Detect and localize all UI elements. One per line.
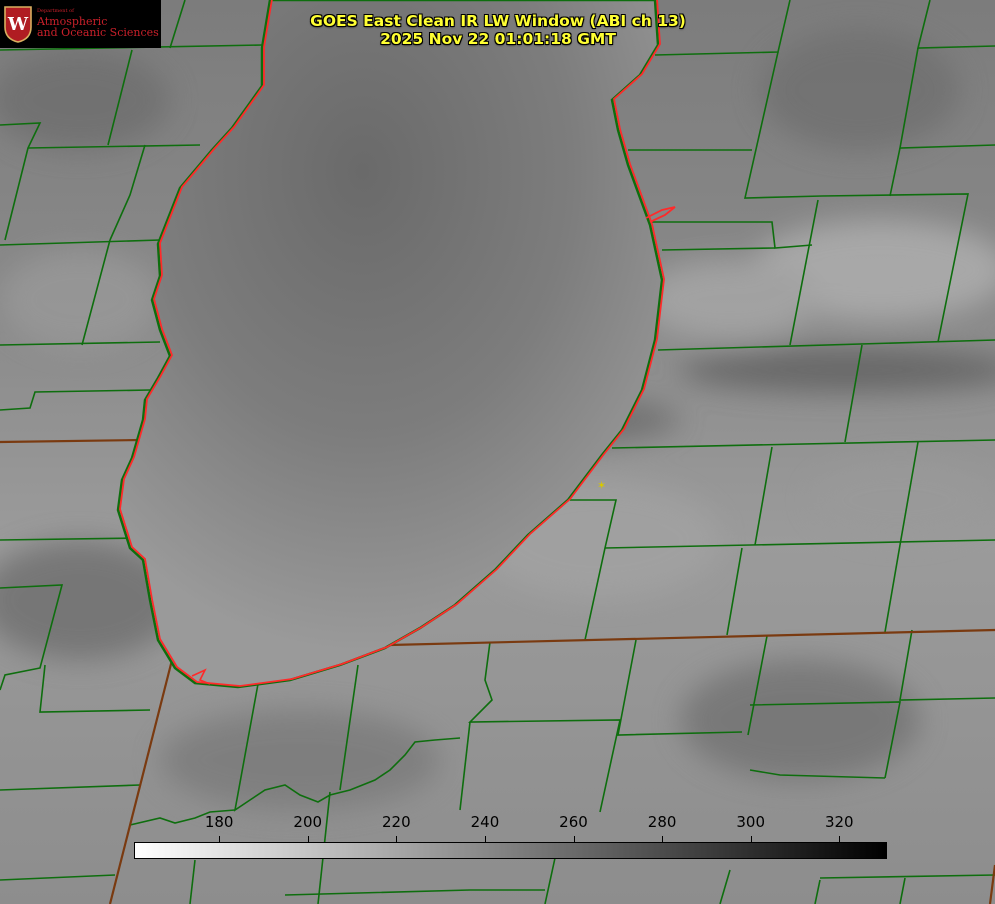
- colorbar-tick: [219, 836, 221, 843]
- ir-satellite-image: [0, 0, 995, 904]
- colorbar-tick: [573, 836, 575, 843]
- colorbar-tick-label: 220: [382, 813, 411, 831]
- colorbar-tick-label: 280: [647, 813, 677, 831]
- colorbar-tick: [484, 836, 486, 843]
- satellite-map: W Department of Atmospheric and Oceanic …: [0, 0, 995, 904]
- colorbar-tick: [750, 836, 752, 843]
- colorbar-tick: [307, 836, 309, 843]
- colorbar-tick: [396, 836, 398, 843]
- colorbar-tick-label: 300: [736, 813, 766, 831]
- university-seal-icon: W: [4, 6, 32, 43]
- colorbar-tick-label: 320: [824, 813, 854, 831]
- colorbar-tick-label: 200: [293, 813, 323, 831]
- map-title: GOES East Clean IR LW Window (ABI ch 13)…: [310, 12, 686, 48]
- institution-logo: W Department of Atmospheric and Oceanic …: [0, 0, 161, 48]
- colorbar-tick-label: 180: [204, 813, 234, 831]
- title-line2: 2025 Nov 22 01:01:18 GMT: [380, 30, 616, 48]
- colorbar-tick: [662, 836, 664, 843]
- colorbar-tick: [839, 836, 841, 843]
- logo-department: Department of: [37, 8, 74, 15]
- colorbar-tick-label: 240: [470, 813, 500, 831]
- location-marker-icon: ✶: [597, 479, 607, 492]
- seal-letter: W: [7, 14, 29, 35]
- logo-line2: and Oceanic Sciences: [37, 26, 159, 40]
- title-line1: GOES East Clean IR LW Window (ABI ch 13): [310, 12, 686, 30]
- temperature-colorbar: 180 200 220 240 260 280 300 320: [134, 813, 887, 859]
- colorbar-tick-label: 260: [559, 813, 588, 831]
